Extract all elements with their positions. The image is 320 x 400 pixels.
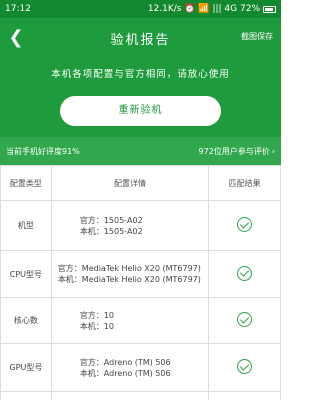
row-type: GPU型号: [0, 343, 52, 392]
row-type: 核心数: [0, 297, 52, 344]
table-row: GPU型号 官方：Adreno (TM) 506 本机：Adreno (TM) …: [0, 343, 281, 392]
battery-icon: [263, 5, 276, 13]
status-bar: 17:12 12.1K/s ⏰ 📶 ||| 4G 72%: [0, 0, 281, 18]
check-circle-icon: [237, 359, 253, 374]
check-circle-icon: [237, 217, 253, 232]
device-value: 本机：1505-A02: [79, 226, 143, 236]
row-result: [208, 297, 281, 344]
table-row: 机型 官方：1505-A02 本机：1505-A02: [0, 200, 281, 251]
status-indicators: 12.1K/s ⏰ 📶 ||| 4G 72%: [147, 4, 260, 14]
official-value: 官方：Adreno (TM) 506: [79, 357, 171, 367]
row-detail: 官方：1505-A02 本机：1505-A02: [50, 200, 210, 251]
page-title: 验机报告: [110, 32, 171, 48]
official-value: 官方：MediaTek Helio X20 (MT6797): [57, 264, 201, 273]
status-time: 17:12: [5, 4, 31, 14]
check-circle-icon: [237, 265, 253, 281]
row-result: [208, 343, 281, 392]
score-bar: 当前手机好评度91% 972位用户参与评价 ›: [0, 137, 281, 165]
row-detail: 官方：MediaTek Helio X20 (MT6797) 本机：MediaT…: [50, 250, 210, 298]
row-result: [208, 250, 281, 298]
config-table: 配置类型 配置详情 匹配结果 机型 官方：1505-A02 本机：1505-A0…: [0, 165, 281, 400]
column-header-type: 配置类型: [0, 165, 52, 201]
official-value: 官方：10: [79, 310, 114, 320]
row-type: CPU型号: [0, 250, 52, 298]
row-result: [208, 200, 281, 251]
save-screenshot-button[interactable]: 截图保存: [241, 31, 273, 42]
chevron-right-icon: ›: [271, 146, 275, 156]
table-row: 核心数 官方：10 本机：10: [0, 297, 281, 344]
row-type: 机型: [0, 200, 52, 251]
row-detail: 官方：Adreno (TM) 506 本机：Adreno (TM) 506: [50, 343, 210, 392]
row-detail: 官方：10 本机：10: [50, 297, 210, 344]
column-header-result: 匹配结果: [208, 165, 281, 201]
column-header-detail: 配置详情: [50, 165, 210, 201]
device-value: 本机：Adreno (TM) 506: [79, 368, 171, 378]
table-header-row: 配置类型 配置详情 匹配结果: [0, 165, 281, 201]
table-row: CPU型号 官方：MediaTek Helio X20 (MT6797) 本机：…: [0, 250, 281, 298]
official-value: 官方：1505-A02: [79, 215, 143, 225]
table-row-partial: [0, 391, 281, 400]
device-value: 本机：10: [79, 321, 114, 331]
reviews-link[interactable]: 972位用户参与评价 ›: [199, 146, 275, 157]
rating-percentage: 当前手机好评度91%: [6, 146, 80, 156]
title-bar: ❮ 验机报告 截图保存: [0, 18, 281, 58]
check-circle-icon: [237, 312, 253, 327]
summary-tagline: 本机各项配置与官方相同，请放心使用: [51, 69, 230, 80]
retest-button[interactable]: 重新验机: [60, 96, 221, 126]
device-value: 本机：MediaTek Helio X20 (MT6797): [57, 275, 201, 284]
